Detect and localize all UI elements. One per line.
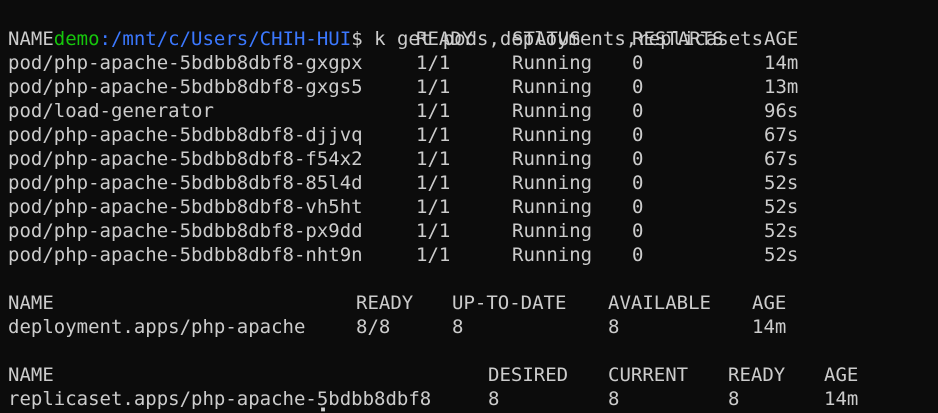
pod-cell: 52s <box>764 220 799 242</box>
deployment-row: deployment.apps/php-apache 8/8 8 8 14m <box>8 315 928 339</box>
pod-cell: 0 <box>632 124 644 146</box>
pod-cell: 1/1 <box>416 124 451 146</box>
pod-cell: NAME <box>8 28 54 50</box>
deployment-cell: READY <box>356 292 414 314</box>
pod-row: pod/php-apache-5bdbb8dbf8-85l4d 1/1 Runnin… <box>8 171 928 195</box>
pod-cell: pod/php-apache-5bdbb8dbf8-85l4d <box>8 172 363 194</box>
replicaset-cell: 8 <box>728 388 740 410</box>
replicaset-cell: CURRENT <box>608 364 689 386</box>
pod-cell: 52s <box>764 172 799 194</box>
pod-row: pod/php-apache-5bdbb8dbf8-f54x2 1/1 Runnin… <box>8 147 928 171</box>
pod-cell: pod/php-apache-5bdbb8dbf8-nht9n <box>8 244 363 266</box>
pod-cell: pod/php-apache-5bdbb8dbf8-vh5ht <box>8 196 363 218</box>
pod-cell: 96s <box>764 100 799 122</box>
replicaset-cell: NAME <box>8 364 54 386</box>
pod-row: pod/php-apache-5bdbb8dbf8-gxgpx 1/1 Runnin… <box>8 51 928 75</box>
terminal-window[interactable]: demo:/mnt/c/Users/CHIH-HUI$ k get pods,d… <box>0 0 938 413</box>
cursor-icon: ▪ <box>320 404 327 413</box>
pod-cell: 1/1 <box>416 76 451 98</box>
pod-cell: 0 <box>632 52 644 74</box>
pod-cell: 14m <box>764 52 799 74</box>
pod-cell: Running <box>512 148 593 170</box>
pod-cell: pod/php-apache-5bdbb8dbf8-f54x2 <box>8 148 363 170</box>
replicaset-cell: replicaset.apps/php-apache-5bdbb8dbf8 <box>8 388 432 410</box>
pod-row: pod/php-apache-5bdbb8dbf8-px9dd 1/1 Runnin… <box>8 219 928 243</box>
pod-row: pod/php-apache-5bdbb8dbf8-vh5ht 1/1 Runnin… <box>8 195 928 219</box>
pod-row: pod/php-apache-5bdbb8dbf8-nht9n 1/1 Runnin… <box>8 243 928 267</box>
pod-row: pod/php-apache-5bdbb8dbf8-djjvq 1/1 Runnin… <box>8 123 928 147</box>
replicaset-cell: DESIRED <box>488 364 569 386</box>
pod-cell: 0 <box>632 196 644 218</box>
pod-cell: Running <box>512 220 593 242</box>
pod-cell: Running <box>512 196 593 218</box>
pod-cell: Running <box>512 244 593 266</box>
pod-cell: 1/1 <box>416 148 451 170</box>
deployment-cell: 8/8 <box>356 316 391 338</box>
pod-cell: 1/1 <box>416 196 451 218</box>
deployment-cell: deployment.apps/php-apache <box>8 316 306 338</box>
pod-cell: Running <box>512 124 593 146</box>
pod-row: pod/load-generator 1/1 Running 0 96s <box>8 99 928 123</box>
replicaset-cell: READY <box>728 364 786 386</box>
replicaset-cell: AGE <box>824 364 859 386</box>
pod-cell: AGE <box>764 28 799 50</box>
pod-cell: RESTARTS <box>632 28 724 50</box>
pod-cell: 13m <box>764 76 799 98</box>
pod-cell: pod/load-generator <box>8 100 214 122</box>
replicaset-cell: 8 <box>488 388 500 410</box>
pod-cell: 1/1 <box>416 172 451 194</box>
pod-cell: 0 <box>632 100 644 122</box>
pod-cell: Running <box>512 172 593 194</box>
pod-cell: READY <box>416 28 474 50</box>
pod-cell: pod/php-apache-5bdbb8dbf8-px9dd <box>8 220 363 242</box>
replicaset-cell: 14m <box>824 388 859 410</box>
pod-cell: Running <box>512 100 593 122</box>
pod-cell: pod/php-apache-5bdbb8dbf8-djjvq <box>8 124 363 146</box>
pod-cell: 1/1 <box>416 244 451 266</box>
pod-cell: pod/php-apache-5bdbb8dbf8-gxgs5 <box>8 76 363 98</box>
pod-cell: 52s <box>764 244 799 266</box>
pod-header-row: NAME READY STATUS RESTARTS AGE <box>8 27 928 51</box>
deployment-cell: 14m <box>752 316 787 338</box>
pod-cell: pod/php-apache-5bdbb8dbf8-gxgpx <box>8 52 363 74</box>
pod-row: pod/php-apache-5bdbb8dbf8-gxgs5 1/1 Runnin… <box>8 75 928 99</box>
pod-cell: 0 <box>632 244 644 266</box>
pod-cell: 1/1 <box>416 220 451 242</box>
deployment-cell: 8 <box>452 316 464 338</box>
prompt-line: demo:/mnt/c/Users/CHIH-HUI$ k get pods,d… <box>8 3 763 50</box>
pod-cell: 1/1 <box>416 52 451 74</box>
pod-cell: Running <box>512 76 593 98</box>
deployment-cell: UP-TO-DATE <box>452 292 567 314</box>
replicaset-header-row: NAME DESIRED CURRENT READY AGE <box>8 363 928 387</box>
deployment-cell: AGE <box>752 292 787 314</box>
pod-cell: 0 <box>632 172 644 194</box>
pod-cell: STATUS <box>512 28 581 50</box>
deployment-cell: 8 <box>608 316 620 338</box>
pod-cell: 67s <box>764 124 799 146</box>
pod-cell: 1/1 <box>416 100 451 122</box>
deployment-cell: AVAILABLE <box>608 292 711 314</box>
deployment-cell: NAME <box>8 292 54 314</box>
pod-cell: 52s <box>764 196 799 218</box>
pod-cell: 67s <box>764 148 799 170</box>
pod-cell: 0 <box>632 220 644 242</box>
pod-cell: 0 <box>632 76 644 98</box>
replicaset-cell: 8 <box>608 388 620 410</box>
pod-cell: Running <box>512 52 593 74</box>
pod-cell: 0 <box>632 148 644 170</box>
replicaset-row: replicaset.apps/php-apache-5bdbb8dbf8 8 8 8… <box>8 387 928 411</box>
deployment-header-row: NAME READY UP-TO-DATE AVAILABLE AGE <box>8 291 928 315</box>
